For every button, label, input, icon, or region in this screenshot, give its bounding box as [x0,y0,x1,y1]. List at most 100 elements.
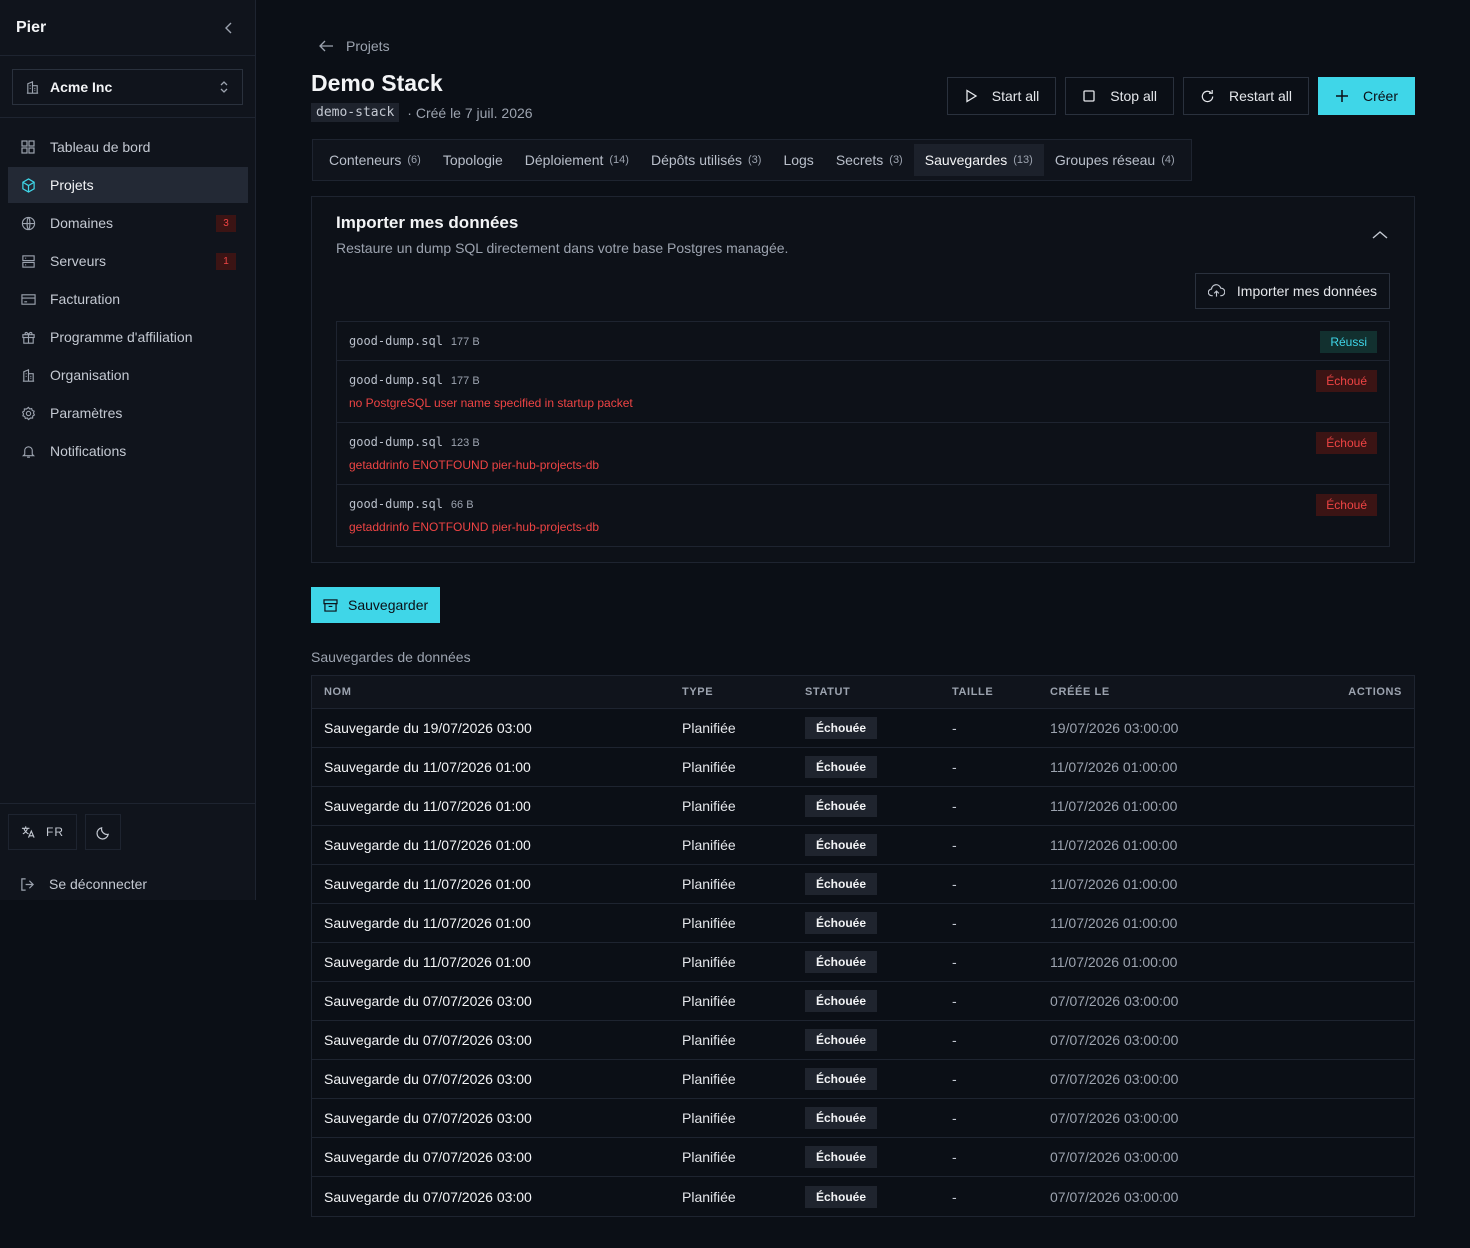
logout-label: Se déconnecter [49,876,148,892]
backup-size: - [952,1110,957,1126]
logout-icon [20,877,35,892]
sidebar-item-domaines[interactable]: Domaines 3 [8,205,248,241]
chevron-left-icon[interactable] [219,18,239,38]
sidebar-footer: FR Se déconnecter [0,803,256,902]
chevron-up-icon[interactable] [1372,227,1388,245]
table-row: Sauvegarde du 07/07/2026 03:00 Planifiée É… [312,1060,1414,1099]
theme-toggle-button[interactable] [85,814,121,850]
translate-icon [21,825,36,839]
sidebar-item-programme-d-affiliation[interactable]: Programme d'affiliation [8,319,248,355]
sidebar-item-label: Projets [50,177,94,193]
backup-type: Planifiée [682,1149,736,1165]
restart-all-button[interactable]: Restart all [1182,77,1309,115]
import-file-size: 177 B [450,336,480,348]
tab-count: (14) [609,154,629,166]
backup-type: Planifiée [682,1071,736,1087]
breadcrumb-label: Projets [346,38,390,54]
backup-name: Sauvegarde du 11/07/2026 01:00 [324,759,531,775]
tab-label: Logs [783,152,814,168]
building-icon [20,367,36,383]
backup-type: Planifiée [682,798,736,814]
status-badge: Échouée [805,951,878,973]
backup-size: - [952,993,957,1009]
import-data-button[interactable]: Importer mes données [1194,273,1390,309]
tab-label: Topologie [442,152,503,168]
import-file-size: 123 B [450,437,480,449]
sidebar-item-projets[interactable]: Projets [8,167,248,203]
sidebar-item-serveurs[interactable]: Serveurs 1 [8,243,248,279]
sidebar-item-organisation[interactable]: Organisation [8,357,248,393]
backup-type: Planifiée [682,759,736,775]
server-icon [20,253,36,269]
backup-name: Sauvegarde du 07/07/2026 03:00 [324,1188,532,1205]
sidebar-item-notifications[interactable]: Notifications [8,433,248,469]
backup-name: Sauvegarde du 07/07/2026 03:00 [324,993,532,1009]
logout-button[interactable]: Se déconnecter [0,866,256,902]
tab-depots-utilises[interactable]: Dépôts utilisés (3) [640,144,773,176]
import-file-name: good-dump.sql [349,373,443,387]
col-type: TYPE [682,686,714,698]
building-icon [25,80,40,95]
backups-section-title: Sauvegardes de données [311,649,471,665]
backup-size: - [952,837,957,853]
import-panel: Importer mes données Restaure un dump SQ… [311,196,1415,563]
stop-icon [1082,89,1096,103]
table-row: Sauvegarde du 07/07/2026 03:00 Planifiée É… [312,1138,1414,1177]
sidebar-header: Pier [0,0,255,56]
sidebar-item-tableau-de-bord[interactable]: Tableau de bord [8,129,248,165]
sidebar-item-parametres[interactable]: Paramètres [8,395,248,431]
backups-table: NOM TYPE STATUT TAILLE CRÉÉE LE ACTIONS … [311,675,1415,1217]
create-button[interactable]: Créer [1317,77,1415,115]
backup-created-date: 11/07/2026 01:00:00 [1050,759,1178,775]
backup-created-date: 07/07/2026 03:00:00 [1050,1032,1179,1048]
backup-size: - [952,1032,957,1048]
table-row: Sauvegarde du 11/07/2026 01:00 Planifiée É… [312,787,1414,826]
backup-type: Planifiée [682,720,736,736]
backup-created-date: 07/07/2026 03:00:00 [1050,1188,1179,1205]
tab-secrets[interactable]: Secrets (3) [825,144,914,176]
backup-created-date: 11/07/2026 01:00:00 [1050,954,1178,970]
tab-conteneurs[interactable]: Conteneurs (6) [318,144,432,176]
breadcrumb[interactable]: Projets [319,36,390,56]
backup-created-date: 07/07/2026 03:00:00 [1050,1110,1179,1126]
save-backup-button[interactable]: Sauvegarder [311,587,441,623]
table-row: Sauvegarde du 11/07/2026 01:00 Planifiée É… [312,904,1414,943]
tab-logs[interactable]: Logs [772,144,824,176]
tab-topologie[interactable]: Topologie [432,144,514,176]
stop-all-button[interactable]: Stop all [1065,77,1174,115]
sidebar: Pier Acme Inc Tableau de bord Projets Doma… [0,0,256,900]
org-switcher[interactable]: Acme Inc [12,69,243,105]
sidebar-item-label: Tableau de bord [50,139,151,155]
import-error-message: no PostgreSQL user name specified in sta… [349,396,633,410]
stop-all-label: Stop all [1110,88,1157,104]
backup-name: Sauvegarde du 11/07/2026 01:00 [324,876,531,892]
sidebar-item-label: Domaines [50,215,114,231]
tab-sauvegardes[interactable]: Sauvegardes (13) [913,144,1044,176]
status-badge: Échouée [805,1029,878,1051]
alert-count-badge: 1 [216,253,236,270]
status-badge: Échouée [805,834,878,856]
language-switch-button[interactable]: FR [8,814,77,850]
globe-icon [20,215,36,231]
import-history-item: good-dump.sql 177 B Réussi [337,322,1389,361]
sidebar-item-facturation[interactable]: Facturation [8,281,248,317]
backup-type: Planifiée [682,954,736,970]
tab-deploiement[interactable]: Déploiement (14) [514,144,640,176]
backup-type: Planifiée [682,1032,736,1048]
backup-created-date: 11/07/2026 01:00:00 [1050,837,1178,853]
status-badge: Échouée [805,1185,878,1208]
moon-icon [95,825,111,840]
tab-groupes-reseau[interactable]: Groupes réseau (4) [1044,144,1186,176]
backup-name: Sauvegarde du 07/07/2026 03:00 [324,1110,532,1126]
page-title: Demo Stack [311,70,443,96]
backup-created-date: 19/07/2026 03:00:00 [1050,720,1179,736]
import-error-message: getaddrinfo ENOTFOUND pier-hub-projects-… [349,458,600,472]
start-all-button[interactable]: Start all [946,77,1057,115]
refresh-icon [1200,89,1215,104]
backup-size: - [952,954,957,970]
tab-count: (3) [748,154,762,166]
import-status-badge: Réussi [1320,331,1377,353]
status-badge: Échouée [805,717,878,739]
table-row: Sauvegarde du 11/07/2026 01:00 Planifiée É… [312,748,1414,787]
import-history-item: good-dump.sql 123 B getaddrinfo ENOTFOUND … [337,423,1389,485]
